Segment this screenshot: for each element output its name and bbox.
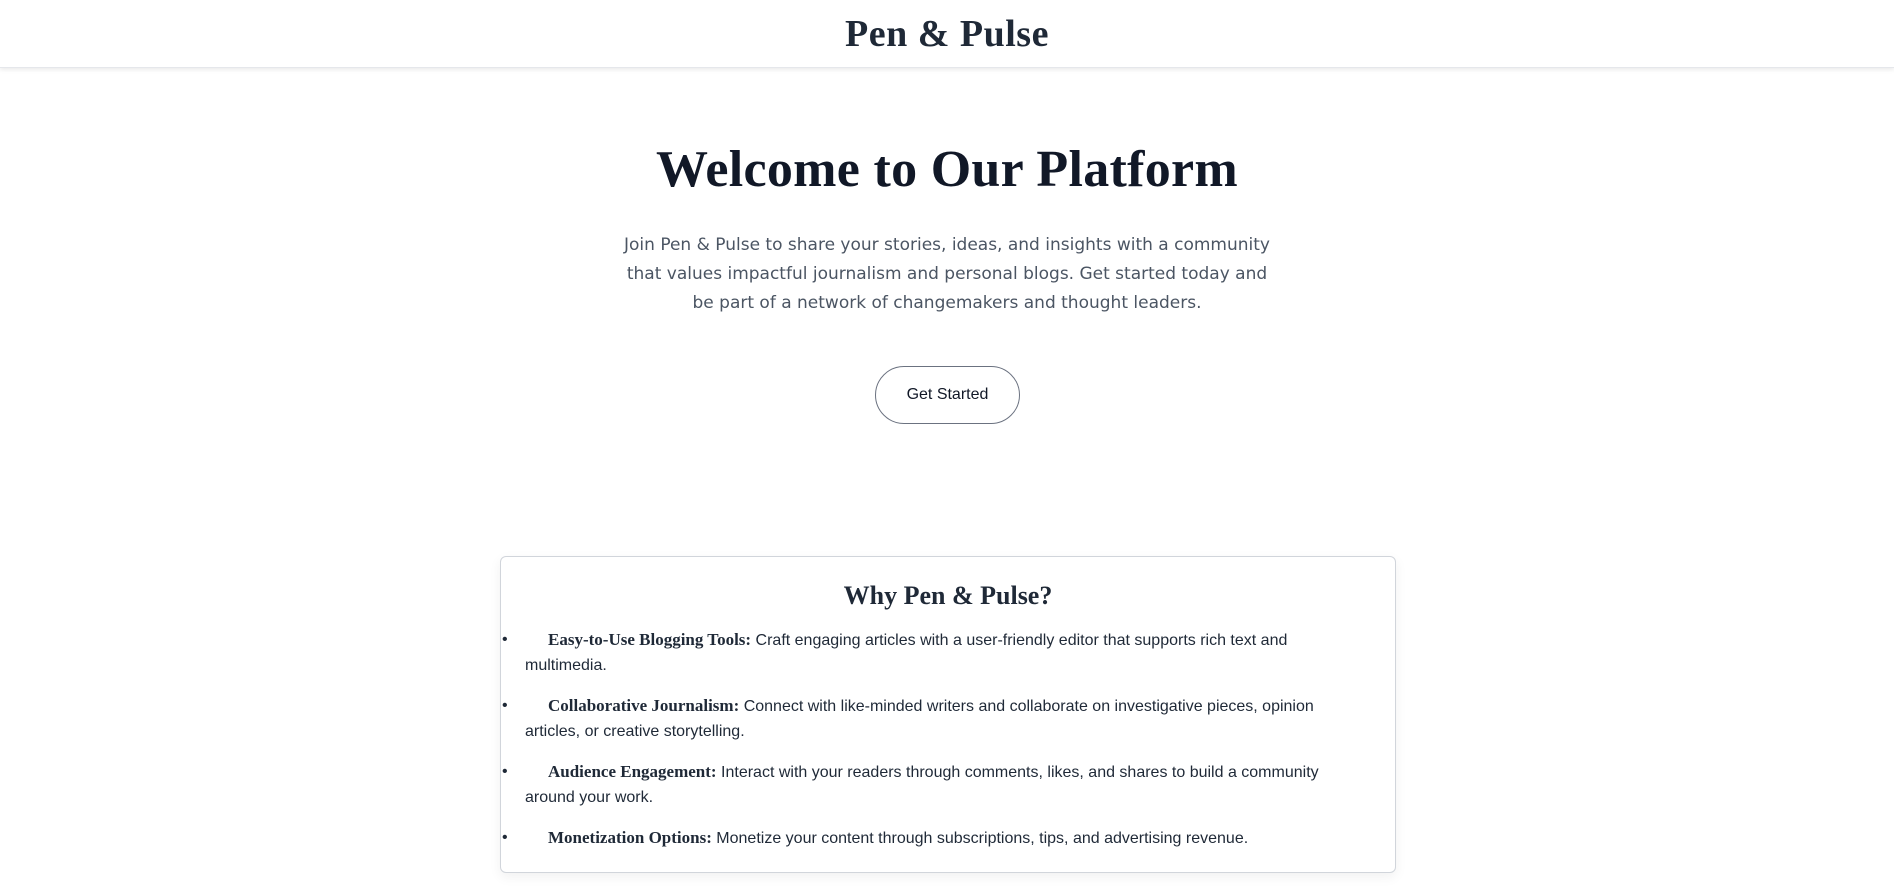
feature-item-monetization: • Monetization Options: Monetize your con…	[502, 825, 1371, 851]
feature-item-blogging-tools: • Easy-to-Use Blogging Tools: Craft engag…	[502, 627, 1371, 678]
feature-item-audience-engagement: • Audience Engagement: Interact with your…	[502, 759, 1371, 810]
bullet-icon: •	[502, 829, 508, 846]
features-list: • Easy-to-Use Blogging Tools: Craft engag…	[502, 627, 1371, 851]
hero-description: Join Pen & Pulse to share your stories, …	[624, 235, 1270, 313]
get-started-button[interactable]: Get Started	[875, 366, 1020, 424]
feature-title: Audience Engagement:	[548, 762, 717, 781]
feature-item-collaborative-journalism: • Collaborative Journalism: Connect with …	[502, 693, 1371, 744]
bullet-icon: •	[502, 697, 508, 714]
feature-title: Monetization Options:	[548, 828, 712, 847]
features-title: Why Pen & Pulse?	[843, 581, 1053, 610]
site-header: Pen & Pulse	[0, 0, 1894, 68]
feature-title: Easy-to-Use Blogging Tools:	[548, 630, 752, 649]
bullet-icon: •	[502, 763, 508, 780]
features-card: Why Pen & Pulse? • Easy-to-Use Blogging T…	[500, 556, 1396, 873]
hero-title: Welcome to Our Platform	[655, 141, 1239, 198]
brand-title[interactable]: Pen & Pulse	[845, 12, 1049, 56]
bullet-icon: •	[502, 631, 508, 648]
feature-text: Monetize your content through subscripti…	[711, 830, 1249, 847]
feature-title: Collaborative Journalism:	[548, 696, 740, 715]
